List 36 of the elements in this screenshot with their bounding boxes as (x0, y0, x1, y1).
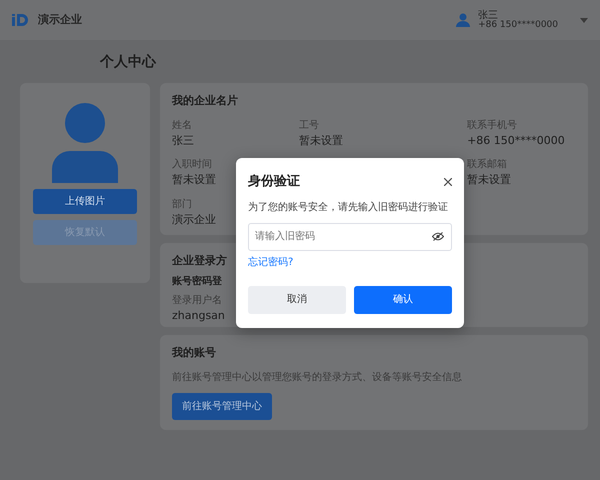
field-value: 暂未设置 (298, 132, 343, 148)
user-avatar-icon (456, 13, 470, 27)
avatar-silhouette-icon (50, 103, 120, 183)
account-description: 前往账号管理中心以管理您账号的登录方式、设备等账号安全信息 (172, 370, 462, 384)
section-title: 我的企业名片 (172, 93, 238, 109)
field-label: 部门 (172, 198, 192, 212)
upload-button[interactable]: 上传图片 (33, 189, 137, 214)
eye-icon[interactable] (432, 232, 444, 240)
field-label: 联系邮箱 (467, 158, 508, 172)
field-label: 入职时间 (172, 158, 212, 172)
dialog-title: 身份验证 (248, 173, 301, 191)
section-title: 企业登录方 (172, 253, 227, 269)
forgot-password-link[interactable]: 忘记密码? (248, 254, 294, 270)
account-center-button[interactable]: 前往账号管理中心 (172, 392, 272, 420)
field-label: 联系手机号 (467, 118, 518, 132)
field-value: 暂未设置 (467, 172, 512, 188)
password-field[interactable]: 请输入旧密码 (248, 222, 452, 250)
section-title: 我的账号 (172, 345, 216, 361)
close-icon[interactable] (444, 178, 452, 186)
logo-icon (12, 14, 30, 26)
field-label: 登录用户名 (172, 294, 222, 308)
dialog-message: 为了您的账号安全，请先输入旧密码进行验证 (248, 200, 449, 214)
field-value: +86 150****0000 (467, 132, 565, 148)
field-label: 工号 (298, 118, 319, 132)
brand-name: 演示企业 (38, 12, 82, 28)
field-value: 张三 (172, 132, 194, 148)
user-phone: +86 150****0000 (478, 20, 558, 30)
cancel-button[interactable]: 取消 (248, 286, 346, 314)
confirm-button[interactable]: 确认 (354, 286, 452, 314)
field-value: zhangsan (172, 308, 225, 324)
section-subtitle: 账号密码登 (172, 274, 222, 288)
field-label: 姓名 (172, 118, 192, 132)
user-name: 张三 (478, 10, 500, 20)
field-value: 暂未设置 (172, 172, 216, 188)
page-title: 个人中心 (98, 52, 158, 72)
field-value: 演示企业 (172, 212, 216, 228)
